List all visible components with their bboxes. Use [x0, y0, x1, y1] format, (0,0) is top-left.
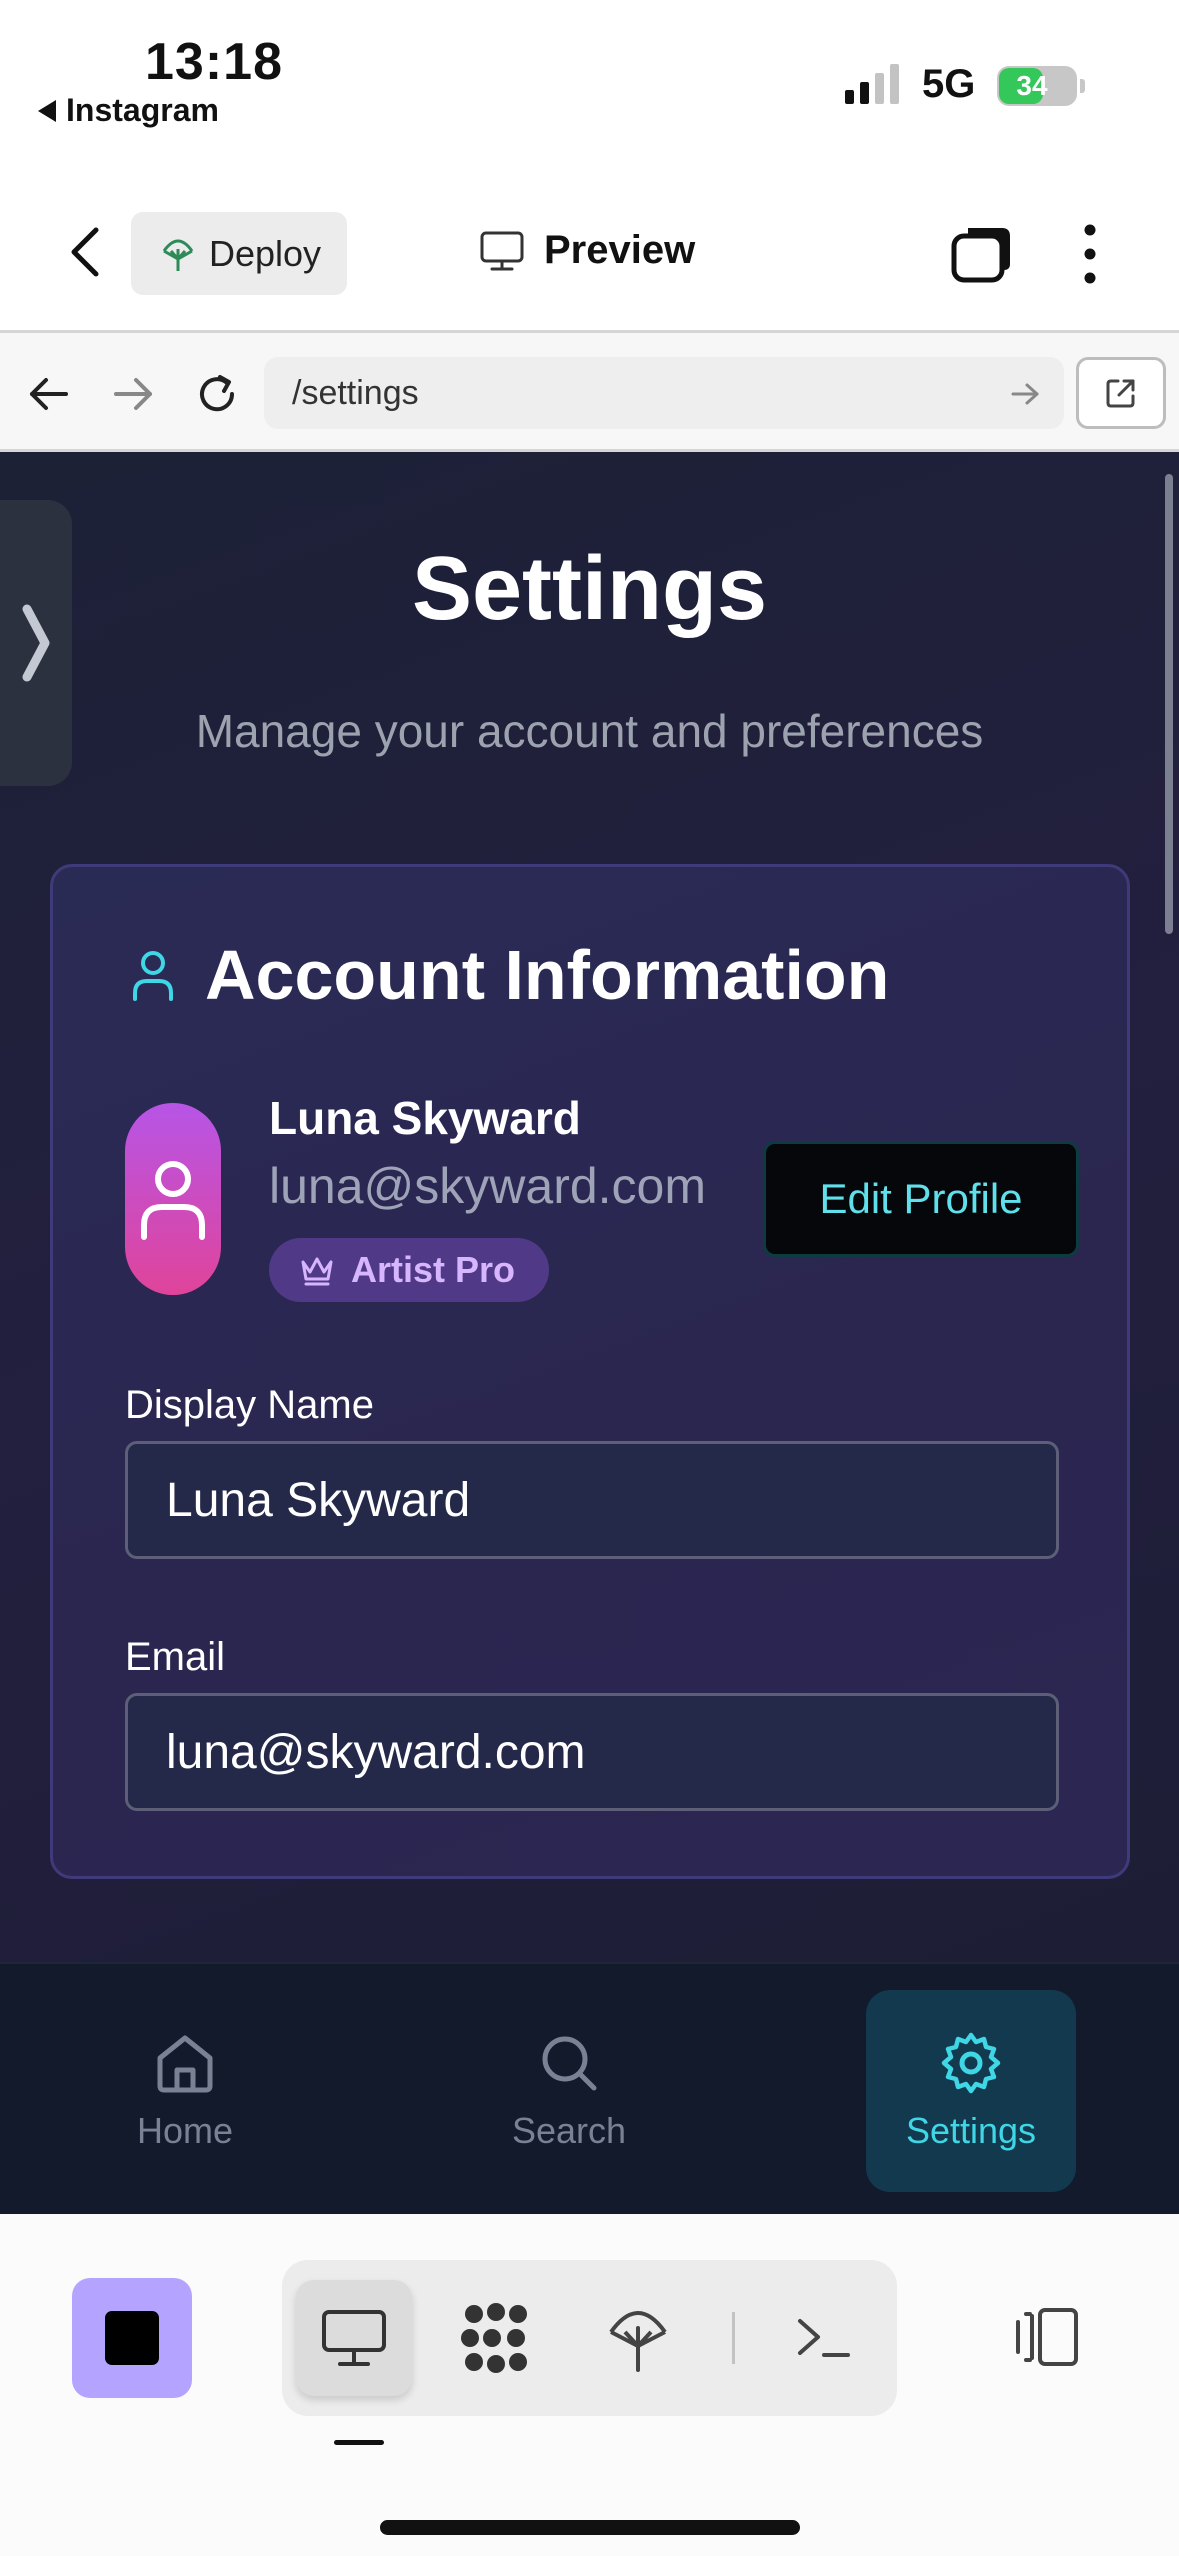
divider [732, 2312, 735, 2364]
page-title: Settings [411, 539, 768, 639]
terminal-icon [798, 2319, 850, 2357]
avatar-user-icon [141, 1161, 205, 1240]
monitor-icon [322, 2310, 386, 2366]
page-subtitle: Manage your account and preferences [195, 705, 984, 757]
nav-item-search[interactable]: Search [464, 1990, 674, 2192]
card-header: Account Information [131, 935, 889, 1015]
tabs-icon[interactable] [950, 224, 1014, 284]
active-tab-indicator [334, 2440, 384, 2445]
preview-tab[interactable]: Preview [480, 228, 695, 273]
battery-level: 34 [1016, 70, 1048, 101]
gear-icon [941, 2032, 1001, 2094]
deploy-tree-icon [162, 239, 194, 271]
bottom-nav: Home Search Settings [0, 1962, 1179, 2214]
display-name-field[interactable]: Luna Skyward [125, 1441, 1059, 1559]
back-to-app-link[interactable]: Instagram [38, 92, 219, 129]
go-arrow-icon[interactable] [1008, 377, 1042, 411]
nav-label-search: Search [511, 2110, 627, 2151]
email-label: Email [125, 1635, 226, 1679]
monitor-icon [480, 231, 524, 270]
arrow-right-icon[interactable] [108, 369, 158, 419]
blocks-icon [461, 2303, 527, 2373]
signal-strength-icon [845, 60, 899, 104]
blocks-view-button[interactable] [438, 2280, 554, 2396]
deploy-tree-icon [609, 2311, 667, 2372]
nav-label-settings: Settings [905, 2110, 1037, 2151]
panel-layout-icon[interactable] [1010, 2306, 1082, 2368]
nav-item-settings[interactable]: Settings [866, 1990, 1076, 2192]
external-link-icon [1106, 379, 1135, 408]
deploy-view-button[interactable] [580, 2280, 696, 2396]
stop-icon [105, 2311, 159, 2365]
deploy-label: Deploy [209, 232, 322, 274]
nav-item-home[interactable]: Home [80, 1990, 290, 2192]
more-vertical-icon[interactable] [1072, 222, 1108, 286]
back-app-label: Instagram [66, 92, 219, 128]
preview-label: Preview [544, 228, 696, 272]
view-switcher [282, 2260, 897, 2416]
open-external-button[interactable] [1076, 357, 1166, 429]
home-indicator [380, 2520, 800, 2535]
account-card: Account Information Luna Skyward luna@sk… [50, 864, 1130, 1879]
reload-icon[interactable] [192, 369, 242, 419]
chevron-left-icon[interactable] [60, 222, 110, 282]
nav-label-home: Home [136, 2110, 234, 2151]
home-icon [157, 2035, 213, 2093]
stop-button[interactable] [72, 2278, 192, 2398]
app-preview: Settings Manage your account and prefere… [0, 452, 1179, 2214]
profile-name: Luna Skyward [269, 1092, 581, 1144]
plan-label: Artist Pro [351, 1249, 516, 1290]
section-title: Account Information [205, 936, 890, 1014]
edit-profile-button[interactable]: Edit Profile [763, 1141, 1079, 1257]
arrow-left-icon[interactable] [24, 369, 74, 419]
display-name-label: Display Name [125, 1383, 374, 1427]
search-icon [542, 2036, 597, 2091]
user-icon [133, 951, 173, 1001]
url-input[interactable]: /settings [264, 357, 1064, 429]
url-text: /settings [292, 373, 419, 412]
back-triangle-icon [38, 99, 56, 122]
plan-badge: Artist Pro [269, 1238, 550, 1302]
avatar [125, 1103, 221, 1295]
deploy-button[interactable]: Deploy [131, 212, 347, 295]
network-type: 5G [922, 62, 976, 106]
terminal-view-button[interactable] [766, 2280, 882, 2396]
battery-icon: 34 [997, 66, 1085, 106]
status-time: 13:18 [145, 33, 283, 91]
email-field[interactable]: luna@skyward.com [125, 1693, 1059, 1811]
bottom-toolbar [0, 2214, 1179, 2556]
browser-bar: /settings [0, 330, 1179, 452]
crown-icon [301, 1257, 333, 1286]
profile-email: luna@skyward.com [269, 1158, 707, 1214]
preview-view-button[interactable] [296, 2280, 412, 2396]
